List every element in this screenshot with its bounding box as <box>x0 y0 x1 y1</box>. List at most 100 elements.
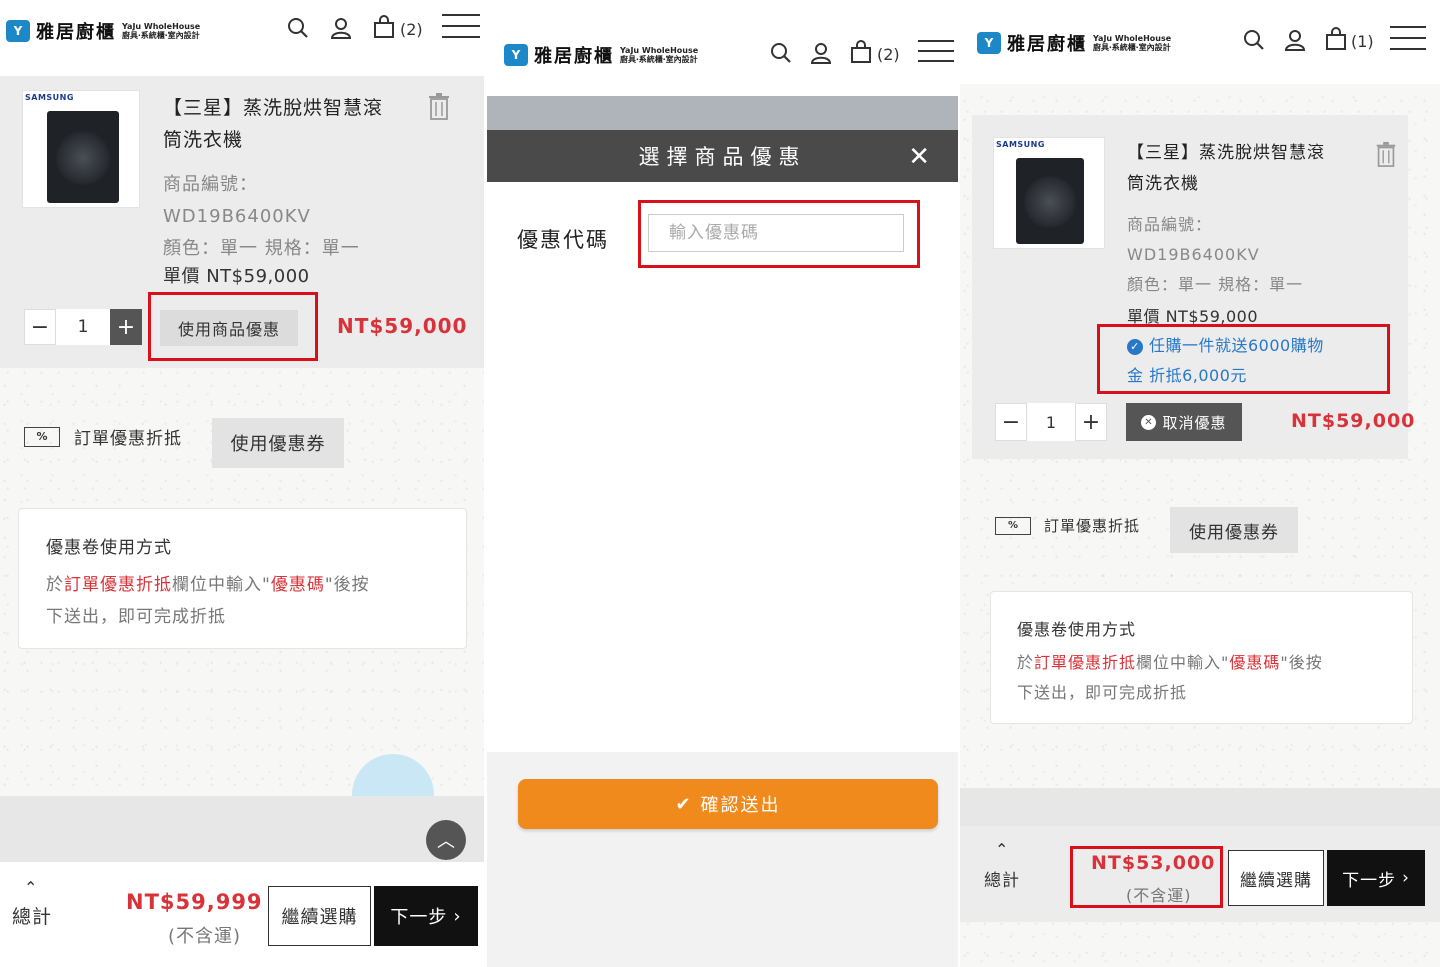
line-total: NT$59,000 <box>337 314 468 338</box>
washer-illustration <box>47 111 119 203</box>
cart-panel-promo-applied: Y 雅居廚櫃 YaJu WholeHouse 廚具‧系統櫃‧室內設計 (1) S… <box>960 0 1440 967</box>
logo-mark-icon: Y <box>504 44 528 66</box>
line-total: NT$59,000 <box>1291 410 1416 432</box>
qty-value[interactable]: 1 <box>56 309 110 345</box>
cart-item: SAMSUNG 【三星】蒸洗脫烘智慧滾 筒洗衣機 商品編號： WD19B6400… <box>0 76 484 368</box>
promo-line1: 任購一件就送6000購物 <box>1149 336 1324 355</box>
chevron-right-icon: › <box>1402 868 1410 888</box>
use-coupon-button[interactable]: 使用優惠券 <box>1170 507 1298 553</box>
shipping-note: (不含運) <box>168 926 242 947</box>
coupon-help-box: 優惠卷使用方式 於訂單優惠折抵欄位中輸入"優惠碼"後按 下送出，即可完成折抵 <box>990 591 1413 724</box>
use-coupon-button[interactable]: 使用優惠券 <box>212 418 344 468</box>
product-image[interactable]: SAMSUNG <box>993 137 1105 249</box>
logo-subtitle: YaJu WholeHouse 廚具‧系統櫃‧室內設計 <box>620 46 698 64</box>
coupon-help-title: 優惠卷使用方式 <box>1017 620 1137 639</box>
user-icon[interactable] <box>329 16 353 40</box>
confirm-label: 確認送出 <box>700 795 781 816</box>
cart-panel-initial: Y 雅居廚櫃 YaJu WholeHouse 廚具‧系統櫃‧室內設計 (2) S… <box>0 0 484 967</box>
coupon-help-title: 優惠卷使用方式 <box>46 538 172 558</box>
user-icon[interactable] <box>1283 28 1307 52</box>
cart-item: SAMSUNG 【三星】蒸洗脫烘智慧滾 筒洗衣機 商品編號： WD19B6400… <box>972 115 1414 459</box>
product-meta: 商品編號： WD19B6400KV 顏色：單一 規格：單一 <box>1127 210 1303 300</box>
scroll-top-icon[interactable]: ︿ <box>426 820 466 860</box>
logo-sub-line2: 廚具‧系統櫃‧室內設計 <box>1093 43 1171 52</box>
coupon-help-text: 於訂單優惠折抵欄位中輸入"優惠碼"後按 下送出，即可完成折抵 <box>46 575 370 627</box>
product-title-line1: 【三星】蒸洗脫烘智慧滾 <box>163 97 384 119</box>
logo-name: 雅居廚櫃 <box>36 22 116 43</box>
close-circle-icon: ✕ <box>1141 414 1157 430</box>
qty-increase-button[interactable]: + <box>110 309 142 345</box>
order-discount-label: 訂單優惠折抵 <box>1044 517 1141 535</box>
qty-decrease-button[interactable]: − <box>24 309 56 345</box>
next-step-button[interactable]: 下一步 › <box>374 886 478 946</box>
discount-percent-icon: % <box>24 426 60 447</box>
coupon-help-box: 優惠卷使用方式 於訂單優惠折抵欄位中輸入"優惠碼"後按 下送出，即可完成折抵 <box>18 508 467 649</box>
logo-mark-icon: Y <box>977 32 1001 54</box>
logo-mark-icon: Y <box>6 20 30 42</box>
total-label: 總計 <box>984 871 1020 891</box>
qty-decrease-button[interactable]: − <box>995 403 1027 441</box>
qty-increase-button[interactable]: + <box>1075 403 1107 441</box>
trash-icon[interactable] <box>428 92 450 120</box>
product-variant: 顏色：單一 規格：單一 <box>163 238 360 259</box>
cart-icon[interactable] <box>849 40 873 64</box>
confirm-submit-button[interactable]: ✔ 確認送出 <box>518 779 938 829</box>
search-icon[interactable] <box>286 16 310 40</box>
cart-count: (2) <box>400 20 423 39</box>
expand-total-icon[interactable]: ⌃ <box>24 878 37 897</box>
product-brand-label: SAMSUNG <box>996 140 1045 149</box>
product-title[interactable]: 【三星】蒸洗脫烘智慧滾 筒洗衣機 <box>1127 138 1325 200</box>
site-logo[interactable]: Y 雅居廚櫃 YaJu WholeHouse 廚具‧系統櫃‧室內設計 <box>504 42 698 68</box>
applied-promo: ✓ 任購一件就送6000購物 金 折抵6,000元 <box>1127 331 1324 391</box>
site-header: Y 雅居廚櫃 YaJu WholeHouse 廚具‧系統櫃‧室內設計 (2) <box>0 0 484 76</box>
promo-code-input[interactable] <box>648 214 904 252</box>
menu-icon[interactable] <box>442 14 480 38</box>
continue-shopping-button[interactable]: 繼續選購 <box>268 886 371 946</box>
site-logo[interactable]: Y 雅居廚櫃 YaJu WholeHouse 廚具‧系統櫃‧室內設計 <box>6 18 200 44</box>
shipping-note: (不含運) <box>1126 886 1192 905</box>
close-icon[interactable]: ✕ <box>908 142 930 172</box>
site-header-modal: Y 雅居廚櫃 YaJu WholeHouse 廚具‧系統櫃‧室內設計 (2) <box>487 0 958 96</box>
cancel-promo-button[interactable]: ✕ 取消優惠 <box>1126 403 1242 441</box>
product-title[interactable]: 【三星】蒸洗脫烘智慧滾 筒洗衣機 <box>163 92 383 156</box>
menu-icon[interactable] <box>918 40 954 62</box>
cart-icon[interactable] <box>372 15 396 39</box>
order-discount-row: % 訂單優惠折抵 <box>24 424 182 449</box>
trash-icon[interactable] <box>1375 141 1397 167</box>
total-label: 總計 <box>12 906 53 928</box>
use-product-promo-button[interactable]: 使用商品優惠 <box>160 310 298 346</box>
site-header: Y 雅居廚櫃 YaJu WholeHouse 廚具‧系統櫃‧室內設計 (1) <box>960 0 1440 84</box>
logo-subtitle: YaJu WholeHouse 廚具‧系統櫃‧室內設計 <box>122 22 200 40</box>
coupon-help-text: 於訂單優惠折抵欄位中輸入"優惠碼"後按 下送出，即可完成折抵 <box>1017 653 1323 702</box>
check-circle-icon: ✓ <box>1127 339 1143 355</box>
washer-illustration <box>1016 158 1084 244</box>
footer-shadow <box>960 788 1440 826</box>
product-image[interactable]: SAMSUNG <box>22 90 140 208</box>
discount-percent-icon: % <box>995 516 1031 535</box>
menu-icon[interactable] <box>1390 26 1426 50</box>
qty-value[interactable]: 1 <box>1027 403 1075 441</box>
cart-count: (2) <box>877 45 900 64</box>
product-meta: 商品編號： WD19B6400KV 顏色：單一 規格：單一 <box>163 169 360 265</box>
expand-total-icon[interactable]: ⌃ <box>995 840 1008 859</box>
product-title-line1: 【三星】蒸洗脫烘智慧滾 <box>1127 143 1325 163</box>
site-logo[interactable]: Y 雅居廚櫃 YaJu WholeHouse 廚具‧系統櫃‧室內設計 <box>977 30 1171 56</box>
sku-value: WD19B6400KV <box>163 206 311 227</box>
modal-header: 選擇商品優惠 ✕ <box>487 130 958 182</box>
user-icon[interactable] <box>809 41 833 65</box>
chevron-right-icon: › <box>453 905 462 927</box>
unit-price: 單價 NT$59,000 <box>163 266 310 287</box>
search-icon[interactable] <box>1242 28 1266 52</box>
next-step-button[interactable]: 下一步 › <box>1327 850 1425 906</box>
sku-label: 商品編號： <box>163 174 258 195</box>
logo-sub-line1: YaJu WholeHouse <box>1093 34 1172 43</box>
modal-title: 選擇商品優惠 <box>638 145 807 169</box>
next-step-label: 下一步 <box>1342 870 1397 891</box>
product-brand-label: SAMSUNG <box>25 93 74 102</box>
unit-price: 單價 NT$59,000 <box>1127 307 1258 326</box>
logo-sub-line2: 廚具‧系統櫃‧室內設計 <box>122 31 200 40</box>
search-icon[interactable] <box>769 41 793 65</box>
cart-icon[interactable] <box>1324 27 1348 51</box>
continue-shopping-button[interactable]: 繼續選購 <box>1228 850 1324 906</box>
logo-sub-line2: 廚具‧系統櫃‧室內設計 <box>620 55 698 64</box>
